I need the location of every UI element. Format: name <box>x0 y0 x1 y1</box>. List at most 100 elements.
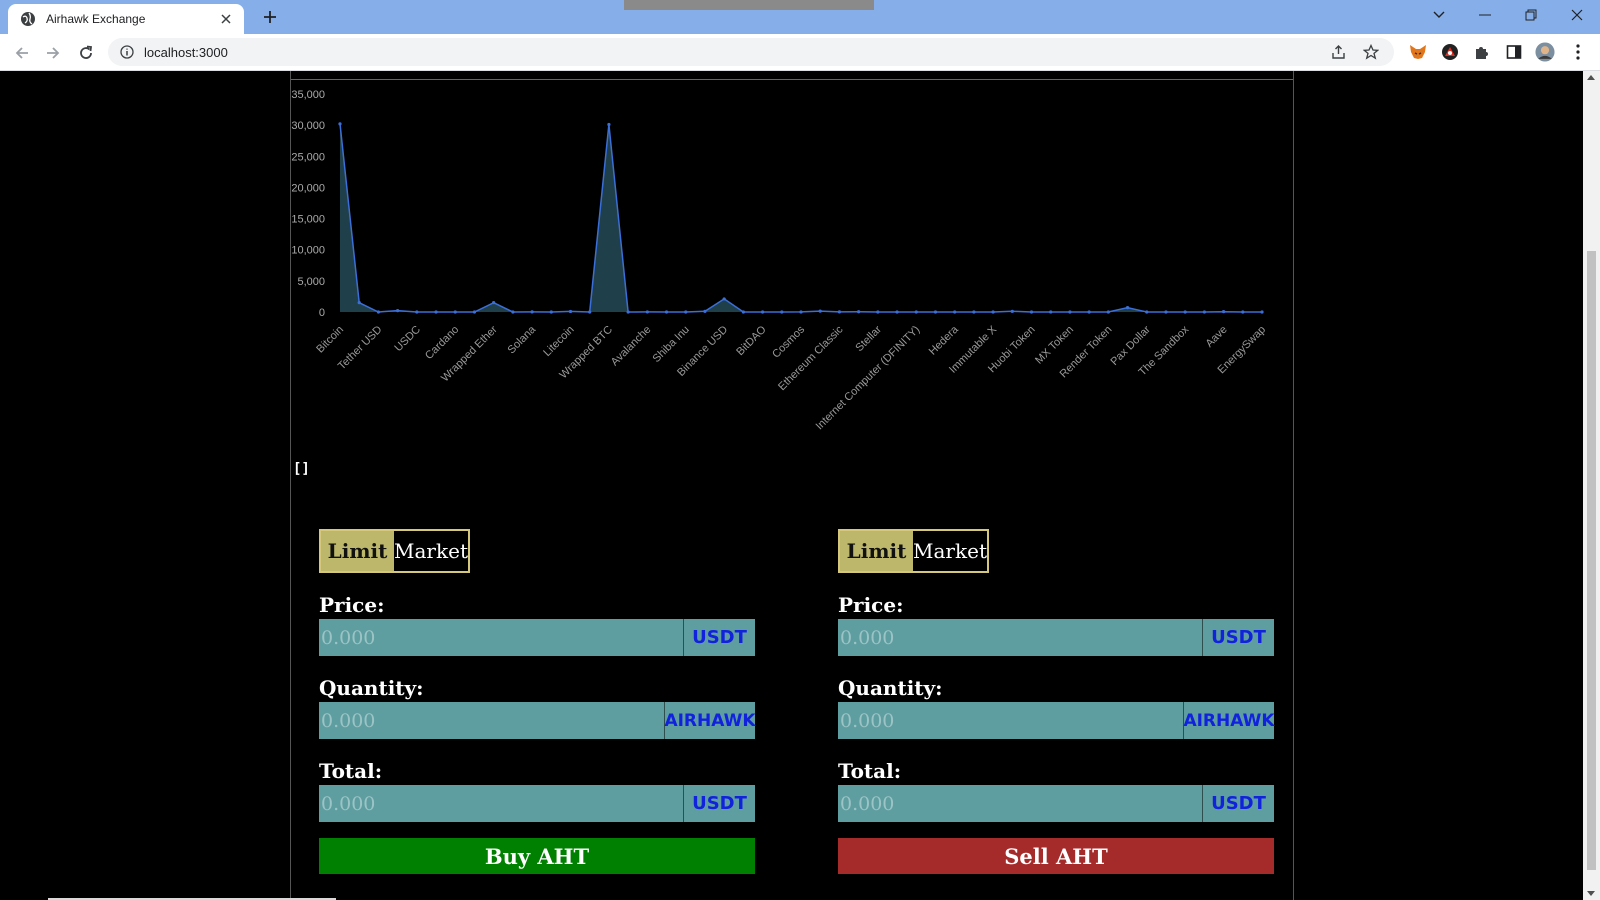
data-point[interactable] <box>1202 310 1206 314</box>
y-axis: 0 5,000 10,000 15,000 20,000 25,000 30,000 35,0… <box>291 89 325 319</box>
data-point[interactable] <box>799 310 803 314</box>
data-point[interactable] <box>664 310 669 314</box>
data-point[interactable] <box>818 309 822 313</box>
data-point[interactable] <box>549 310 553 314</box>
star-bookmark-icon[interactable] <box>1362 43 1380 61</box>
data-point[interactable] <box>933 310 938 314</box>
close-window-button[interactable] <box>1554 0 1600 30</box>
reload-button[interactable] <box>73 40 99 66</box>
scroll-down-arrow-icon[interactable] <box>1587 891 1595 896</box>
data-point[interactable] <box>837 310 842 314</box>
drag-strip <box>624 0 874 10</box>
data-point[interactable] <box>953 310 957 314</box>
data-point[interactable] <box>1049 310 1053 314</box>
extension-red-icon[interactable] <box>1440 42 1460 62</box>
profile-avatar-icon[interactable] <box>1535 42 1555 62</box>
data-point[interactable] <box>1068 310 1072 314</box>
buy-limit-tab[interactable]: Limit <box>321 531 395 571</box>
x-tick-label: Aave <box>1203 324 1229 350</box>
scrollbar-thumb[interactable] <box>1587 251 1596 870</box>
data-point[interactable] <box>434 310 438 314</box>
data-point[interactable] <box>645 310 649 314</box>
y-tick-label: 30,000 <box>291 120 325 132</box>
data-point[interactable] <box>741 310 745 314</box>
data-point[interactable] <box>876 310 880 314</box>
puzzle-icon[interactable] <box>1472 42 1492 62</box>
sell-total-unit: USDT <box>1202 785 1274 822</box>
data-point[interactable] <box>1029 310 1034 314</box>
data-point[interactable] <box>415 310 419 314</box>
close-tab-icon[interactable] <box>218 11 234 27</box>
back-button[interactable] <box>9 40 35 66</box>
restore-button[interactable] <box>1508 0 1554 30</box>
scroll-up-arrow-icon[interactable] <box>1587 75 1595 80</box>
data-point[interactable] <box>1221 310 1226 314</box>
data-point[interactable] <box>511 310 515 314</box>
x-tick-label: Cardano <box>423 324 461 362</box>
data-point[interactable] <box>376 310 381 314</box>
sell-price-input[interactable] <box>838 619 1202 656</box>
data-point[interactable] <box>895 310 899 314</box>
data-point[interactable] <box>1260 310 1264 314</box>
x-axis: BitcoinTether USD USDC CardanoWrapped Ethe… <box>314 323 1268 432</box>
x-tick-label: Bitcoin <box>314 324 346 356</box>
vertical-scrollbar[interactable] <box>1583 71 1600 900</box>
data-point[interactable] <box>1087 310 1091 314</box>
sell-total-input[interactable] <box>838 785 1202 822</box>
data-point[interactable] <box>530 310 534 314</box>
address-bar[interactable]: localhost:3000 <box>108 38 1394 66</box>
data-point[interactable] <box>914 310 918 314</box>
data-point[interactable] <box>760 310 765 314</box>
sell-market-tab[interactable]: Market <box>913 531 987 571</box>
buy-aht-button[interactable]: Buy AHT <box>319 838 755 874</box>
kebab-menu-icon[interactable] <box>1568 42 1588 62</box>
data-point[interactable] <box>684 310 688 314</box>
tab-search-button[interactable] <box>1416 0 1462 30</box>
buy-total-unit: USDT <box>683 785 755 822</box>
data-point[interactable] <box>492 301 496 305</box>
buy-market-tab[interactable]: Market <box>394 531 468 571</box>
sell-limit-tab[interactable]: Limit <box>840 531 914 571</box>
x-tick-label: BitDAO <box>734 323 769 358</box>
data-point[interactable] <box>472 310 477 314</box>
info-icon[interactable] <box>120 45 134 59</box>
minimize-button[interactable] <box>1462 0 1508 30</box>
buy-price-input[interactable] <box>319 619 683 656</box>
side-panel-icon[interactable] <box>1504 42 1524 62</box>
metamask-fox-icon[interactable] <box>1408 42 1428 62</box>
data-point[interactable] <box>1241 310 1245 314</box>
buy-quantity-row: AIRHAWK <box>319 702 756 739</box>
browser-tab[interactable]: Airhawk Exchange <box>8 4 244 34</box>
url-text[interactable]: localhost:3000 <box>144 45 1330 60</box>
sell-aht-button[interactable]: Sell AHT <box>838 838 1274 874</box>
data-point[interactable] <box>607 122 611 127</box>
forward-button[interactable] <box>40 40 66 66</box>
data-point[interactable] <box>1010 309 1014 313</box>
data-point[interactable] <box>588 310 592 314</box>
data-point[interactable] <box>972 310 976 314</box>
data-point[interactable] <box>626 310 630 314</box>
data-point[interactable] <box>1164 310 1168 314</box>
data-point[interactable] <box>703 309 707 313</box>
buy-total-input[interactable] <box>319 785 683 822</box>
new-tab-button[interactable] <box>260 7 280 27</box>
data-point[interactable] <box>780 310 784 314</box>
sell-quantity-input[interactable] <box>838 702 1183 739</box>
data-point[interactable] <box>1106 310 1110 314</box>
x-tick-label: Solana <box>505 323 538 356</box>
data-point[interactable] <box>857 310 861 314</box>
share-icon[interactable] <box>1330 43 1348 61</box>
data-point[interactable] <box>453 310 457 314</box>
data-point[interactable] <box>722 297 726 301</box>
data-point[interactable] <box>1125 306 1130 310</box>
data-point[interactable] <box>357 301 361 305</box>
data-point[interactable] <box>1145 310 1149 314</box>
data-point[interactable] <box>991 310 995 314</box>
buy-quantity-input[interactable] <box>319 702 664 739</box>
plus-icon <box>264 11 276 23</box>
data-point[interactable] <box>1183 310 1187 314</box>
data-point[interactable] <box>568 309 573 314</box>
data-point[interactable] <box>338 122 342 126</box>
x-tick-label: Cosmos <box>770 323 807 360</box>
data-point[interactable] <box>396 309 400 313</box>
